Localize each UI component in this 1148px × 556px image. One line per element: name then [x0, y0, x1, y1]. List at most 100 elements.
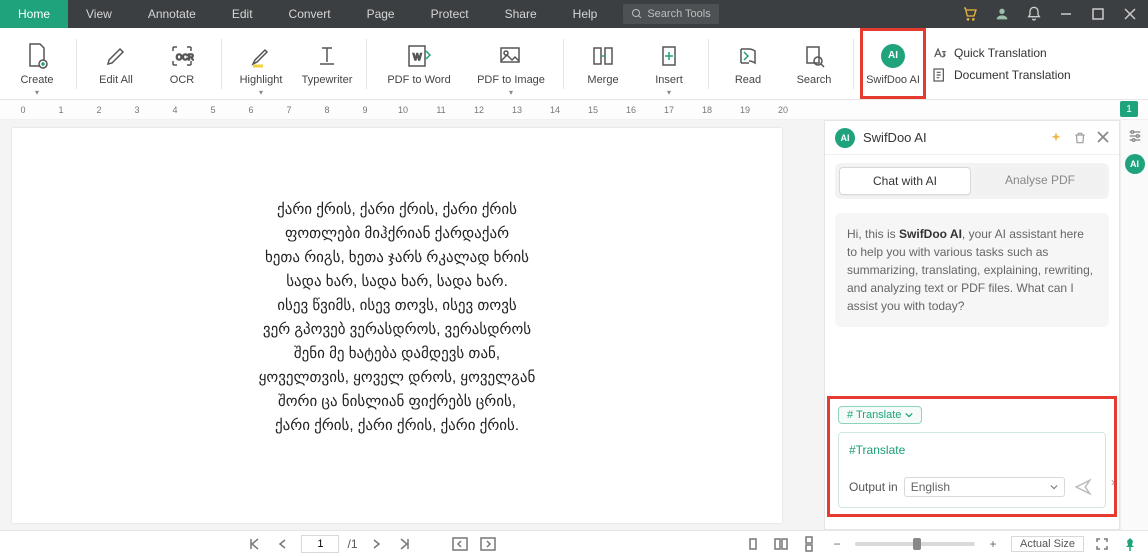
trash-icon[interactable]: [1073, 131, 1087, 145]
send-button[interactable]: [1071, 475, 1095, 499]
menu-share[interactable]: Share: [487, 0, 555, 28]
analyse-tab[interactable]: Analyse PDF: [975, 167, 1105, 195]
ai-panel: AI SwifDoo AI Chat with AI Analyse PDF H…: [824, 120, 1120, 530]
read-icon: [734, 42, 762, 70]
two-page-view-button[interactable]: [771, 534, 791, 554]
translate-a-icon: [932, 45, 948, 61]
chevron-down-icon: [905, 411, 913, 419]
edit-icon: [102, 42, 130, 70]
chevron-down-icon: [1050, 483, 1058, 491]
ai-icon: AI: [879, 42, 907, 70]
nav-right-button[interactable]: [478, 534, 498, 554]
highlight-button[interactable]: Highlight▾: [228, 28, 294, 99]
translation-group: Quick Translation Document Translation: [932, 28, 1071, 99]
ocr-icon: OCR: [168, 42, 196, 70]
doc-search-icon: [800, 42, 828, 70]
pin-button[interactable]: [1120, 534, 1140, 554]
cart-icon[interactable]: [962, 6, 978, 22]
pdf-to-image-button[interactable]: PDF to Image▾: [465, 28, 557, 99]
sparkle-icon[interactable]: [1049, 131, 1063, 145]
panel-expand-icon[interactable]: ›: [1111, 475, 1115, 489]
file-plus-icon: [23, 42, 51, 70]
settings-slider-icon[interactable]: [1127, 128, 1143, 144]
typewriter-icon: [313, 42, 341, 70]
pdf-to-word-button[interactable]: W PDF to Word: [373, 28, 465, 99]
document-text: ქარი ქრის, ქარი ქრის, ქარი ქრისფოთლები მ…: [52, 198, 742, 438]
document-translation-button[interactable]: Document Translation: [932, 67, 1071, 83]
menu-protect[interactable]: Protect: [413, 0, 487, 28]
menu-edit[interactable]: Edit: [214, 0, 271, 28]
word-icon: W: [405, 42, 433, 70]
merge-icon: [589, 42, 617, 70]
ai-rail-icon[interactable]: AI: [1125, 154, 1145, 174]
first-page-button[interactable]: [245, 534, 265, 554]
ai-panel-title: SwifDoo AI: [863, 130, 1041, 145]
titlebar-right: [962, 6, 1148, 22]
typewriter-button[interactable]: Typewriter: [294, 28, 360, 99]
minimize-icon[interactable]: [1058, 6, 1074, 22]
page-number-input[interactable]: [301, 535, 339, 553]
menu-tabs: Home View Annotate Edit Convert Page Pro…: [0, 0, 615, 28]
menu-home[interactable]: Home: [0, 0, 68, 28]
user-icon[interactable]: [994, 6, 1010, 22]
search-icon: [631, 8, 643, 20]
ruler: 01234567891011121314151617181920 1: [0, 100, 1148, 120]
translate-doc-icon: [932, 67, 948, 83]
last-page-button[interactable]: [394, 534, 414, 554]
single-page-view-button[interactable]: [743, 534, 763, 554]
right-rail: AI: [1120, 120, 1148, 530]
menu-annotate[interactable]: Annotate: [130, 0, 214, 28]
output-language-select[interactable]: English: [904, 477, 1065, 497]
nav-left-button[interactable]: [450, 534, 470, 554]
next-page-button[interactable]: [366, 534, 386, 554]
chat-tab[interactable]: Chat with AI: [839, 167, 971, 195]
bell-icon[interactable]: [1026, 6, 1042, 22]
edit-all-button[interactable]: Edit All: [83, 28, 149, 99]
create-button[interactable]: Create▾: [4, 28, 70, 99]
workspace: ქარი ქრის, ქარი ქრის, ქარი ქრისფოთლები მ…: [0, 120, 1148, 530]
ai-panel-header: AI SwifDoo AI: [825, 121, 1119, 155]
zoom-out-button[interactable]: −: [827, 534, 847, 554]
zoom-label[interactable]: Actual Size: [1011, 536, 1084, 552]
merge-button[interactable]: Merge: [570, 28, 636, 99]
highlight-icon: [247, 42, 275, 70]
page-total: /1: [347, 537, 357, 551]
image-icon: [497, 42, 525, 70]
quick-translation-button[interactable]: Quick Translation: [932, 45, 1071, 61]
ai-welcome-message: Hi, this is SwifDoo AI, your AI assistan…: [835, 213, 1109, 327]
search-button[interactable]: Search: [781, 28, 847, 99]
ai-badge-icon: AI: [835, 128, 855, 148]
fullscreen-button[interactable]: [1092, 534, 1112, 554]
menu-page[interactable]: Page: [349, 0, 413, 28]
insert-button[interactable]: Insert▾: [636, 28, 702, 99]
panel-close-icon[interactable]: [1097, 131, 1109, 145]
translate-chip[interactable]: # Translate: [838, 406, 922, 424]
ai-input-tag: #Translate: [839, 433, 1105, 467]
menu-view[interactable]: View: [68, 0, 130, 28]
swifdoo-ai-button[interactable]: AI SwifDoo AI: [860, 28, 926, 99]
read-button[interactable]: Read: [715, 28, 781, 99]
ribbon: Create▾ Edit All OCR OCR Highlight▾ Type…: [0, 28, 1148, 100]
page-badge: 1: [1120, 101, 1138, 117]
ai-input-highlighted: # Translate #Translate Output in English: [827, 396, 1117, 517]
search-tools-input[interactable]: Search Tools: [623, 4, 718, 24]
prev-page-button[interactable]: [273, 534, 293, 554]
menu-convert[interactable]: Convert: [271, 0, 349, 28]
ai-input-box[interactable]: #Translate Output in English: [838, 432, 1106, 508]
menu-help[interactable]: Help: [555, 0, 616, 28]
ai-tabs: Chat with AI Analyse PDF: [835, 163, 1109, 199]
close-icon[interactable]: [1122, 6, 1138, 22]
maximize-icon[interactable]: [1090, 6, 1106, 22]
insert-icon: [655, 42, 683, 70]
zoom-in-button[interactable]: +: [983, 534, 1003, 554]
menu-bar: Home View Annotate Edit Convert Page Pro…: [0, 0, 1148, 28]
continuous-view-button[interactable]: [799, 534, 819, 554]
zoom-slider[interactable]: [855, 542, 975, 546]
svg-text:OCR: OCR: [176, 53, 194, 62]
output-label: Output in: [849, 480, 898, 494]
pdf-page: ქარი ქრის, ქარი ქრის, ქარი ქრისფოთლები მ…: [12, 128, 782, 523]
ocr-button[interactable]: OCR OCR: [149, 28, 215, 99]
svg-text:W: W: [413, 52, 422, 62]
search-placeholder: Search Tools: [647, 8, 710, 20]
status-bar: /1 − + Actual Size: [0, 530, 1148, 556]
